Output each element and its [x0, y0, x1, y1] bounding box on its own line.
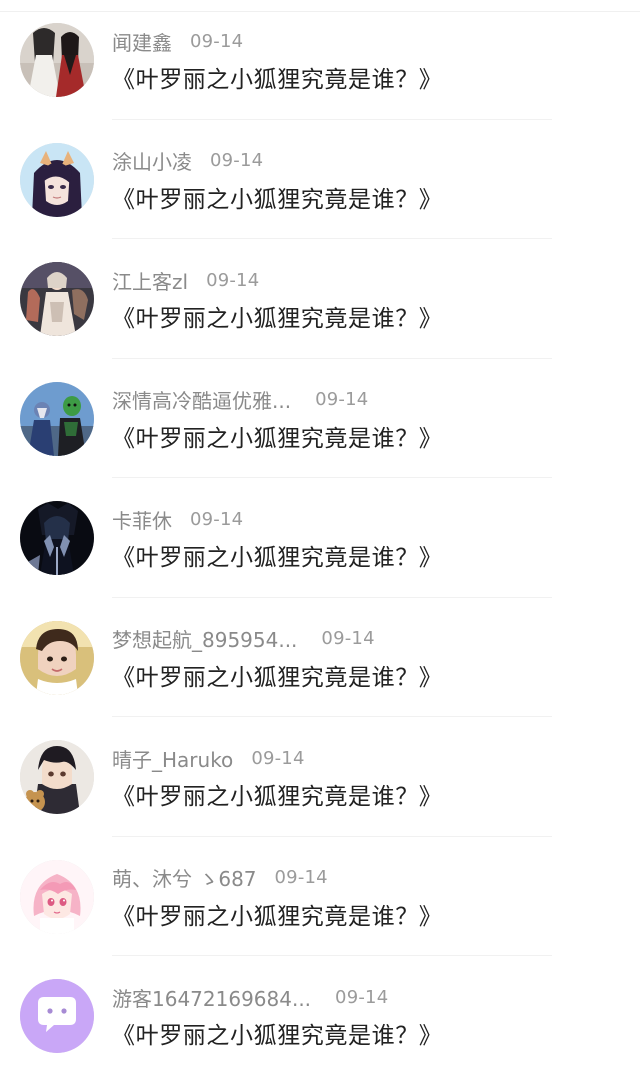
comment-meta: 涂山小凌 09-14	[112, 145, 263, 177]
comment-text[interactable]: 《叶罗丽之小狐狸究竟是谁？》	[112, 1016, 442, 1050]
comment-item[interactable]: 江上客zl 09-14 《叶罗丽之小狐狸究竟是谁？》	[0, 239, 640, 359]
username[interactable]: 梦想起航_895954...	[112, 624, 297, 653]
comment-text[interactable]: 《叶罗丽之小狐狸究竟是谁？》	[112, 538, 442, 572]
avatar-heroes-icon	[20, 381, 94, 456]
comment-text[interactable]: 《叶罗丽之小狐狸究竟是谁？》	[112, 419, 442, 453]
avatar-anime-boy-icon	[20, 740, 94, 814]
username[interactable]: 游客16472169684...	[112, 983, 311, 1012]
comment-item[interactable]: 游客16472169684... 09-14 《叶罗丽之小狐狸究竟是谁？》	[0, 956, 640, 1076]
comment-date: 09-14	[321, 628, 375, 649]
comment-item[interactable]: 深情高冷酷逼优雅... 09-14 《叶罗丽之小狐狸究竟是谁？》	[0, 359, 640, 478]
username[interactable]: 江上客zl	[112, 266, 188, 295]
comment-meta: 游客16472169684... 09-14	[112, 981, 388, 1013]
avatar[interactable]	[20, 501, 94, 575]
comment-date: 09-14	[206, 269, 260, 291]
comment-text[interactable]: 《叶罗丽之小狐狸究竟是谁？》	[112, 777, 442, 811]
comment-date: 09-14	[190, 30, 244, 52]
comment-date: 09-14	[251, 747, 305, 769]
username[interactable]: 涂山小凌	[112, 146, 192, 175]
avatar[interactable]	[20, 620, 94, 695]
comment-text[interactable]: 《叶罗丽之小狐狸究竟是谁？》	[112, 299, 442, 333]
comment-item[interactable]: 涂山小凌 09-14 《叶罗丽之小狐狸究竟是谁？》	[0, 120, 640, 239]
comment-meta: 卡菲休 09-14	[112, 503, 243, 535]
comment-date: 09-14	[190, 508, 244, 530]
avatar[interactable]	[20, 979, 94, 1053]
comment-meta: 深情高冷酷逼优雅... 09-14	[112, 384, 368, 416]
chat-bubble-icon	[20, 979, 94, 1053]
comment-page: 闻建鑫 09-14 《叶罗丽之小狐狸究竟是谁？》 涂山小凌 09-14 《叶罗丽…	[0, 0, 640, 1062]
comment-item[interactable]: 闻建鑫 09-14 《叶罗丽之小狐狸究竟是谁？》	[0, 0, 640, 120]
avatar[interactable]	[20, 740, 94, 814]
comment-meta: 梦想起航_895954... 09-14	[112, 623, 375, 655]
comment-date: 09-14	[335, 986, 389, 1008]
username[interactable]: 萌、沐兮 ゝ687	[112, 863, 257, 892]
avatar-pink-girl-icon	[20, 859, 94, 934]
comment-text[interactable]: 《叶罗丽之小狐狸究竟是谁？》	[112, 180, 442, 214]
comment-item[interactable]: 卡菲休 09-14 《叶罗丽之小狐狸究竟是谁？》	[0, 478, 640, 598]
username[interactable]: 晴子_Haruko	[112, 744, 233, 773]
comment-meta: 晴子_Haruko 09-14	[112, 742, 305, 774]
comment-item[interactable]: 梦想起航_895954... 09-14 《叶罗丽之小狐狸究竟是谁？》	[0, 598, 640, 717]
username[interactable]: 闻建鑫	[112, 27, 172, 56]
comment-text[interactable]: 《叶罗丽之小狐狸究竟是谁？》	[112, 897, 442, 931]
comment-text[interactable]: 《叶罗丽之小狐狸究竟是谁？》	[112, 60, 442, 94]
avatar-fox-girl-icon	[20, 142, 94, 217]
username[interactable]: 卡菲休	[112, 505, 172, 534]
comment-list: 闻建鑫 09-14 《叶罗丽之小狐狸究竟是谁？》 涂山小凌 09-14 《叶罗丽…	[0, 0, 640, 1076]
comment-item[interactable]: 萌、沐兮 ゝ687 09-14 《叶罗丽之小狐狸究竟是谁？》	[0, 837, 640, 956]
comment-meta: 江上客zl 09-14	[112, 264, 259, 296]
avatar[interactable]	[20, 142, 94, 217]
avatar[interactable]	[20, 859, 94, 934]
avatar[interactable]	[20, 381, 94, 456]
avatar-two-figures-icon	[20, 23, 94, 97]
avatar[interactable]	[20, 23, 94, 97]
comment-date: 09-14	[315, 389, 369, 410]
comment-date: 09-14	[274, 867, 328, 888]
avatar[interactable]	[20, 262, 94, 336]
comment-meta: 闻建鑫 09-14	[112, 25, 243, 57]
comment-meta: 萌、沐兮 ゝ687 09-14	[112, 862, 328, 894]
avatar-boy-icon	[20, 620, 94, 695]
comment-text[interactable]: 《叶罗丽之小狐狸究竟是谁？》	[112, 658, 442, 692]
avatar-robed-figure-icon	[20, 262, 94, 336]
comment-date: 09-14	[210, 150, 264, 171]
comment-item[interactable]: 晴子_Haruko 09-14 《叶罗丽之小狐狸究竟是谁？》	[0, 717, 640, 837]
username[interactable]: 深情高冷酷逼优雅...	[112, 385, 291, 414]
avatar-dark-character-icon	[20, 501, 94, 575]
